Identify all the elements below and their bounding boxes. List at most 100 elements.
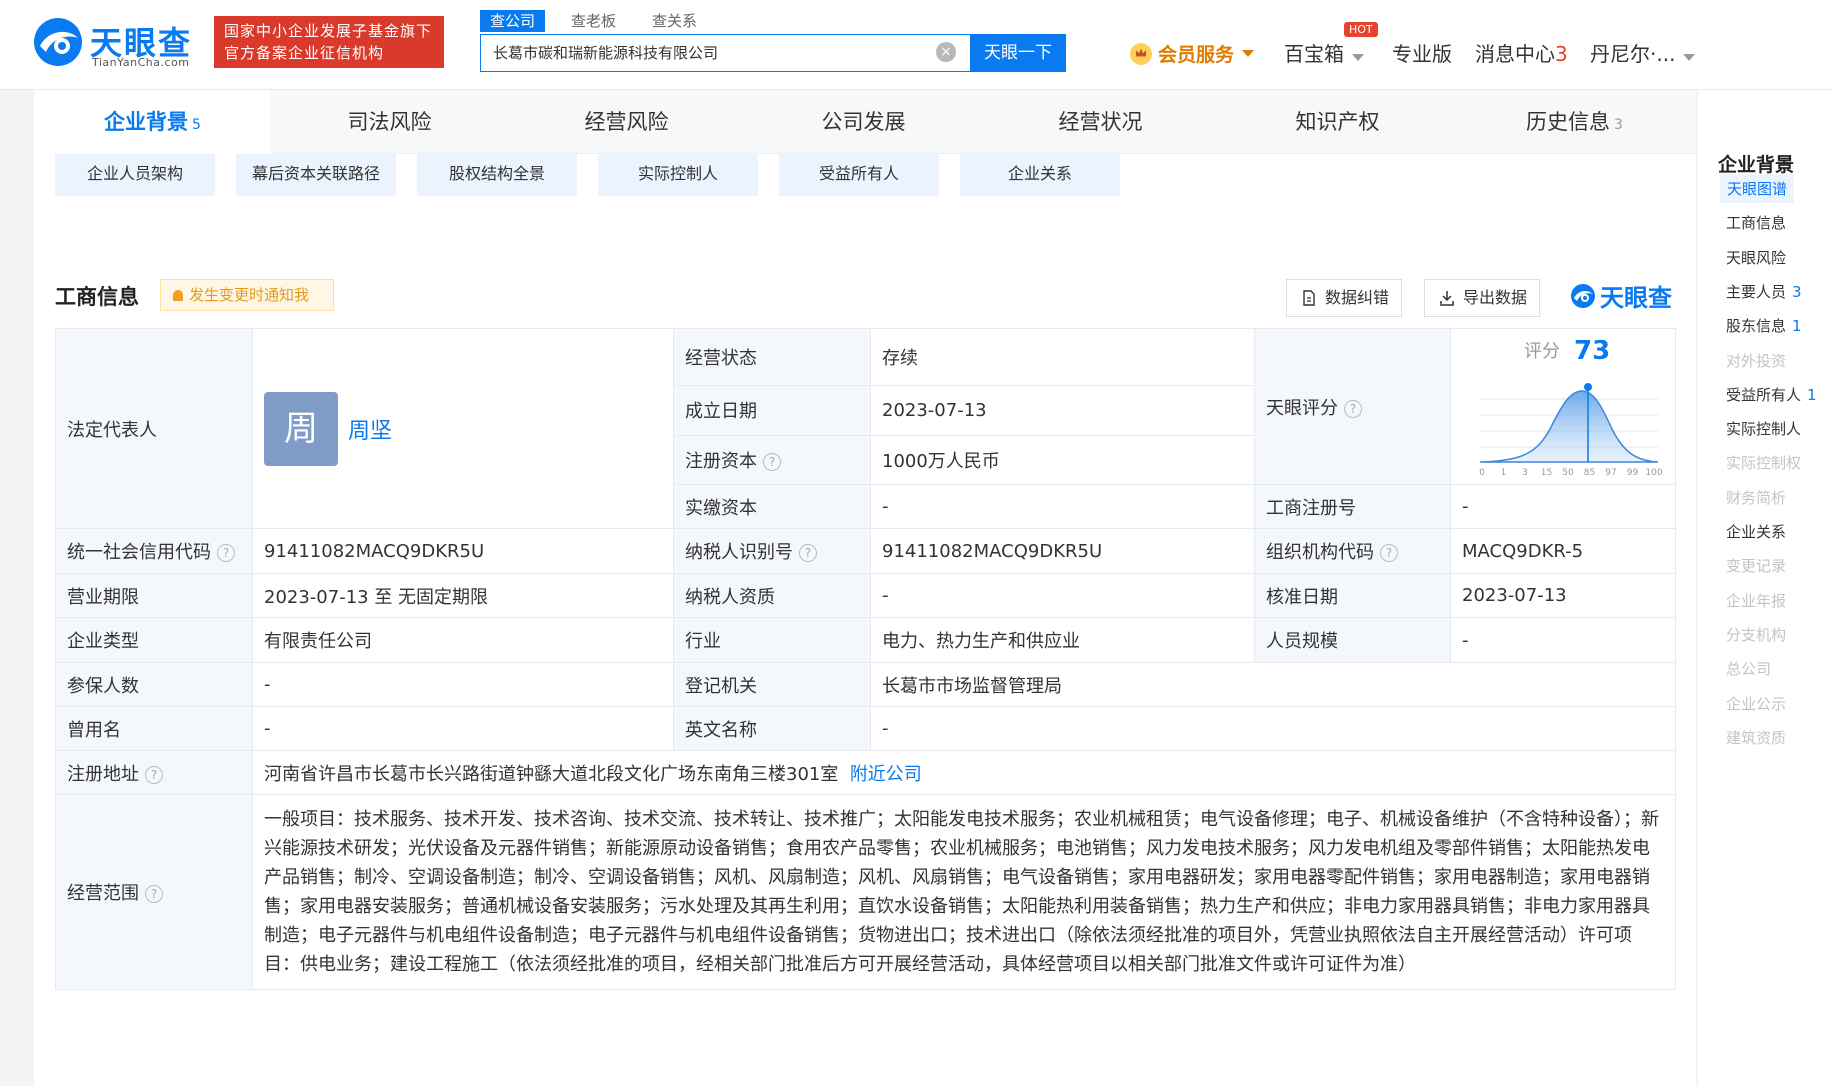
enterprise-relation-button[interactable]: 企业关系 [960, 154, 1120, 196]
tab-judicial-risk[interactable]: 司法风险 [271, 90, 508, 154]
crown-icon [1130, 42, 1152, 65]
sidebar-item[interactable]: 财务简析 [1726, 487, 1786, 508]
score-tick: 3 [1522, 468, 1528, 478]
tab-operation-status[interactable]: 经营状况 [982, 90, 1219, 154]
sidebar-item-label: 变更记录 [1726, 557, 1787, 576]
score-tick: 1 [1501, 468, 1507, 478]
pro-edition-link[interactable]: 专业版 [1392, 38, 1452, 67]
beneficial-owner-button[interactable]: 受益所有人 [779, 154, 939, 196]
sidebar-item[interactable]: 对外投资 [1726, 350, 1786, 371]
badge-line1: 国家中小企业发展子基金旗下 [224, 22, 433, 40]
sidebar-item[interactable]: 企业年报 [1726, 590, 1786, 611]
help-icon[interactable]: ? [145, 885, 163, 903]
org-code-label-cell: 组织机构代码? [1254, 528, 1451, 574]
credit-code-value: 91411082MACQ9DKR5U [252, 528, 674, 574]
help-icon[interactable]: ? [145, 765, 163, 784]
sidebar-item[interactable]: 受益所有人 1 [1726, 384, 1817, 405]
sidebar-item[interactable]: 企业公示 [1726, 693, 1786, 714]
tab-label: 司法风险 [347, 110, 432, 134]
scope-label-cell: 经营范围? [55, 794, 253, 990]
score-marker [1584, 383, 1592, 391]
tax-id-label: 纳税人识别号 [685, 542, 793, 563]
search-box [480, 34, 972, 72]
business-info-table: 法定代表人 周周坚 经营状态 存续 天眼评分? 评分 73 0 1 3 15 5… [55, 327, 1676, 990]
sidebar-item[interactable]: 建筑资质 [1726, 727, 1786, 748]
vip-service-menu[interactable]: 会员服务 [1130, 40, 1255, 67]
sidebar-item[interactable]: 工商信息 [1726, 212, 1786, 233]
tab-search-company[interactable]: 查公司 [480, 10, 546, 32]
tab-operation-risk[interactable]: 经营风险 [508, 90, 745, 154]
sidebar-item-label: 财务简析 [1726, 488, 1787, 507]
message-center-link[interactable]: 消息中心3 [1475, 38, 1568, 67]
avatar[interactable]: 周 [264, 391, 338, 466]
chevron-down-icon [1683, 54, 1696, 61]
tax-qualification-value: - [870, 573, 1255, 618]
sidebar-item-label: 建筑资质 [1726, 728, 1787, 747]
scope-value: 一般项目：技术服务、技术开发、技术咨询、技术交流、技术转让、技术推广；太阳能发电… [252, 794, 1676, 990]
top-bar: 天眼查 TianYanCha.com 国家中小企业发展子基金旗下 官方备案企业征… [0, 0, 1832, 90]
export-data-button[interactable]: 导出数据 [1424, 279, 1541, 317]
sidebar-item[interactable]: 分支机构 [1726, 624, 1786, 645]
help-icon[interactable]: ? [763, 452, 781, 471]
user-menu[interactable]: 丹尼尔·... [1590, 38, 1696, 67]
tab-intellectual-property[interactable]: 知识产权 [1219, 90, 1456, 154]
bell-icon [173, 290, 183, 301]
sidebar-item-label: 主要人员 [1726, 282, 1787, 301]
sidebar-item[interactable]: 天眼风险 [1726, 247, 1786, 268]
score-ticks: 0 1 3 15 50 85 97 99 100 [1479, 468, 1663, 478]
staff-structure-button[interactable]: 企业人员架构 [55, 154, 215, 196]
capital-path-button[interactable]: 幕后资本关联路径 [236, 154, 396, 196]
help-icon[interactable]: ? [1380, 544, 1398, 562]
credit-code-label-cell: 统一社会信用代码? [55, 528, 253, 574]
change-notify-button[interactable]: 发生变更时通知我 [160, 279, 334, 311]
sidebar-item[interactable]: 企业关系 [1726, 521, 1786, 542]
tab-company-development[interactable]: 公司发展 [745, 90, 982, 154]
actual-controller-button[interactable]: 实际控制人 [598, 154, 758, 196]
help-icon[interactable]: ? [1344, 399, 1362, 418]
search-button[interactable]: 天眼一下 [970, 34, 1066, 72]
sidebar-title: 企业背景 [1718, 154, 1795, 176]
sidebar-item-label: 实际控制权 [1726, 454, 1802, 473]
tab-search-relation[interactable]: 查关系 [642, 10, 707, 32]
english-name-label: 英文名称 [673, 706, 871, 751]
score-tick: 99 [1627, 468, 1639, 478]
help-icon[interactable]: ? [217, 544, 235, 562]
sidebar-item[interactable]: 天眼图谱 [1720, 174, 1795, 203]
toolbox-menu[interactable]: 百宝箱 [1284, 38, 1364, 67]
tab-label: 经营风险 [584, 110, 669, 134]
approve-date-label: 核准日期 [1254, 573, 1451, 618]
sidebar-item[interactable]: 变更记录 [1726, 555, 1786, 576]
equity-structure-button[interactable]: 股权结构全景 [417, 154, 577, 196]
tab-history-info[interactable]: 历史信息 3 [1456, 90, 1693, 154]
brand-watermark: 天眼查 [1570, 278, 1672, 313]
sidebar-item-count: 1 [1792, 317, 1802, 336]
nearby-companies-link[interactable]: 附近公司 [850, 764, 922, 785]
search-tabs: 查公司 查老板 查关系 [480, 10, 723, 32]
tab-search-boss[interactable]: 查老板 [561, 10, 626, 32]
tab-count: 3 [1614, 117, 1623, 133]
sidebar-item[interactable]: 实际控制人 [1726, 418, 1801, 439]
legal-rep-name[interactable]: 周坚 [348, 419, 392, 444]
scope-label: 经营范围 [67, 883, 139, 904]
site-logo[interactable]: 天眼查 TianYanCha.com [32, 16, 202, 69]
address-label-cell: 注册地址? [55, 750, 253, 795]
search-input[interactable] [493, 35, 933, 71]
clear-icon[interactable]: × [936, 42, 956, 62]
correction-label: 数据纠错 [1325, 288, 1390, 307]
org-code-value: MACQ9DKR-5 [1450, 528, 1676, 574]
sidebar-item-label: 分支机构 [1726, 625, 1787, 644]
sidebar-item[interactable]: 股东信息 1 [1726, 315, 1802, 336]
data-correction-button[interactable]: 数据纠错 [1286, 279, 1403, 317]
sidebar-item[interactable]: 总公司 [1726, 658, 1771, 679]
score-cell[interactable]: 评分 73 0 1 3 15 50 85 97 99 100 [1450, 328, 1676, 485]
insured-label: 参保人数 [55, 662, 253, 707]
insured-value: - [252, 662, 674, 707]
score-tick: 85 [1584, 468, 1595, 478]
sidebar-item[interactable]: 主要人员 3 [1726, 281, 1802, 302]
staff-size-value: - [1450, 617, 1676, 663]
tab-label: 知识产权 [1295, 110, 1380, 134]
help-icon[interactable]: ? [799, 544, 817, 562]
sidebar-item[interactable]: 实际控制权 [1726, 452, 1801, 473]
legal-rep-cell: 周周坚 [252, 328, 674, 529]
tab-enterprise-background[interactable]: 企业背景 5 [34, 90, 271, 154]
